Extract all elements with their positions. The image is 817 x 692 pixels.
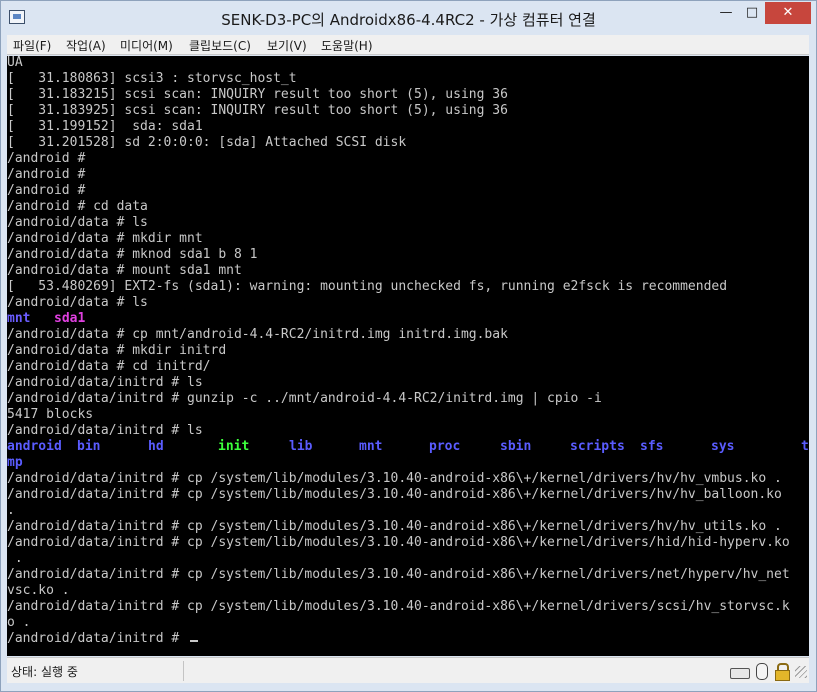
ls-entry: sys: [711, 439, 735, 454]
ls-entry: android: [7, 439, 62, 454]
ls-entry: scripts: [570, 439, 625, 454]
vm-console-screen[interactable]: UA[ 31.180863] scsi3 : storvsc_host_t[ 3…: [7, 56, 809, 656]
console-line: /android/data/initrd # cp /system/lib/mo…: [7, 487, 782, 502]
keyboard-icon: [729, 662, 750, 680]
console-line: [ 31.201528] sd 2:0:0:0: [sda] Attached …: [7, 135, 407, 150]
ls-entry: proc: [429, 439, 461, 454]
console-line: [ 53.480269] EXT2-fs (sda1): warning: mo…: [7, 279, 728, 294]
menu-bar: 파일(F) 작업(A) 미디어(M) 클립보드(C) 보기(V) 도움말(H): [7, 35, 809, 55]
text-cursor: [190, 640, 198, 642]
console-line: [ 31.180863] scsi3 : storvsc_host_t: [7, 71, 297, 86]
ls-entry: sbin: [500, 439, 532, 454]
ls-entry: lib: [289, 439, 313, 454]
console-line: o .: [7, 615, 31, 630]
mouse-icon: [753, 662, 769, 680]
vm-connection-window: SENK-D3-PC의 Androidx86-4.4RC2 - 가상 컴퓨터 연…: [0, 0, 817, 692]
lock-icon: [773, 662, 791, 681]
ls-entry: mnt: [7, 311, 31, 326]
console-line: /android/data/initrd # ls: [7, 423, 203, 438]
menu-view[interactable]: 보기(V): [267, 37, 307, 54]
console-line: /android/data/initrd # cp /system/lib/mo…: [7, 567, 790, 582]
console-line: /android/data # ls: [7, 295, 148, 310]
title-bar[interactable]: SENK-D3-PC의 Androidx86-4.4RC2 - 가상 컴퓨터 연…: [1, 1, 816, 35]
console-line: [ 31.183215] scsi scan: INQUIRY result t…: [7, 87, 508, 102]
console-line: /android/data/initrd # cp /system/lib/mo…: [7, 535, 790, 550]
ls-entry: init: [218, 439, 250, 454]
status-bar: 상태: 실행 중: [7, 657, 809, 683]
menu-clipboard[interactable]: 클립보드(C): [189, 37, 251, 54]
console-line: /android/data/initrd # cp /system/lib/mo…: [7, 599, 790, 614]
window-title: SENK-D3-PC의 Androidx86-4.4RC2 - 가상 컴퓨터 연…: [221, 11, 596, 29]
minimize-button[interactable]: —: [713, 2, 739, 24]
ls-entry: mnt: [359, 439, 383, 454]
console-line: /android/data/initrd # cp /system/lib/mo…: [7, 471, 782, 486]
console-line: /android/data # cp mnt/android-4.4-RC2/i…: [7, 327, 508, 342]
console-line: /android/data/initrd # gunzip -c ../mnt/…: [7, 391, 602, 406]
ls-entry: sfs: [640, 439, 664, 454]
console-line: /android/data/initrd # ls: [7, 375, 203, 390]
console-line: vsc.ko .: [7, 583, 70, 598]
console-line: [ 31.183925] scsi scan: INQUIRY result t…: [7, 103, 508, 118]
close-button[interactable]: ✕: [765, 2, 811, 24]
console-line: 5417 blocks: [7, 407, 94, 422]
console-line: /android # cd data: [7, 199, 148, 214]
console-line: .: [7, 503, 15, 518]
console-line: /android/data/initrd # cp /system/lib/mo…: [7, 519, 782, 534]
menu-file[interactable]: 파일(F): [13, 37, 51, 54]
console-line: /android/data # mknod sda1 b 8 1: [7, 247, 258, 262]
ls-entry: sda1: [54, 311, 86, 326]
resize-grip-icon[interactable]: [795, 666, 807, 678]
ls-entry: hd: [148, 439, 164, 454]
console-line: /android/data # cd initrd/: [7, 359, 211, 374]
menu-help[interactable]: 도움말(H): [321, 37, 373, 54]
console-line: .: [7, 551, 23, 566]
console-line: /android #: [7, 183, 86, 198]
vm-status-text: 상태: 실행 중: [11, 665, 78, 679]
console-line: UA: [7, 56, 23, 70]
vm-app-icon[interactable]: [9, 10, 25, 24]
console-line: /android #: [7, 167, 86, 182]
menu-action[interactable]: 작업(A): [66, 37, 106, 54]
ls-entry: bin: [77, 439, 101, 454]
console-line: /android/data # mkdir initrd: [7, 343, 227, 358]
menu-media[interactable]: 미디어(M): [120, 37, 173, 54]
console-line: /android/data # ls: [7, 215, 148, 230]
console-line: /android/data/initrd #: [7, 631, 180, 646]
ls-entry: t: [801, 439, 809, 454]
console-line: /android/data # mount sda1 mnt: [7, 263, 242, 278]
status-divider: [183, 661, 184, 681]
maximize-button[interactable]: □: [739, 2, 765, 24]
console-line: /android #: [7, 151, 86, 166]
console-line: [ 31.199152] sda: sda1: [7, 119, 203, 134]
ls-entry: mp: [7, 455, 23, 470]
console-line: /android/data # mkdir mnt: [7, 231, 203, 246]
